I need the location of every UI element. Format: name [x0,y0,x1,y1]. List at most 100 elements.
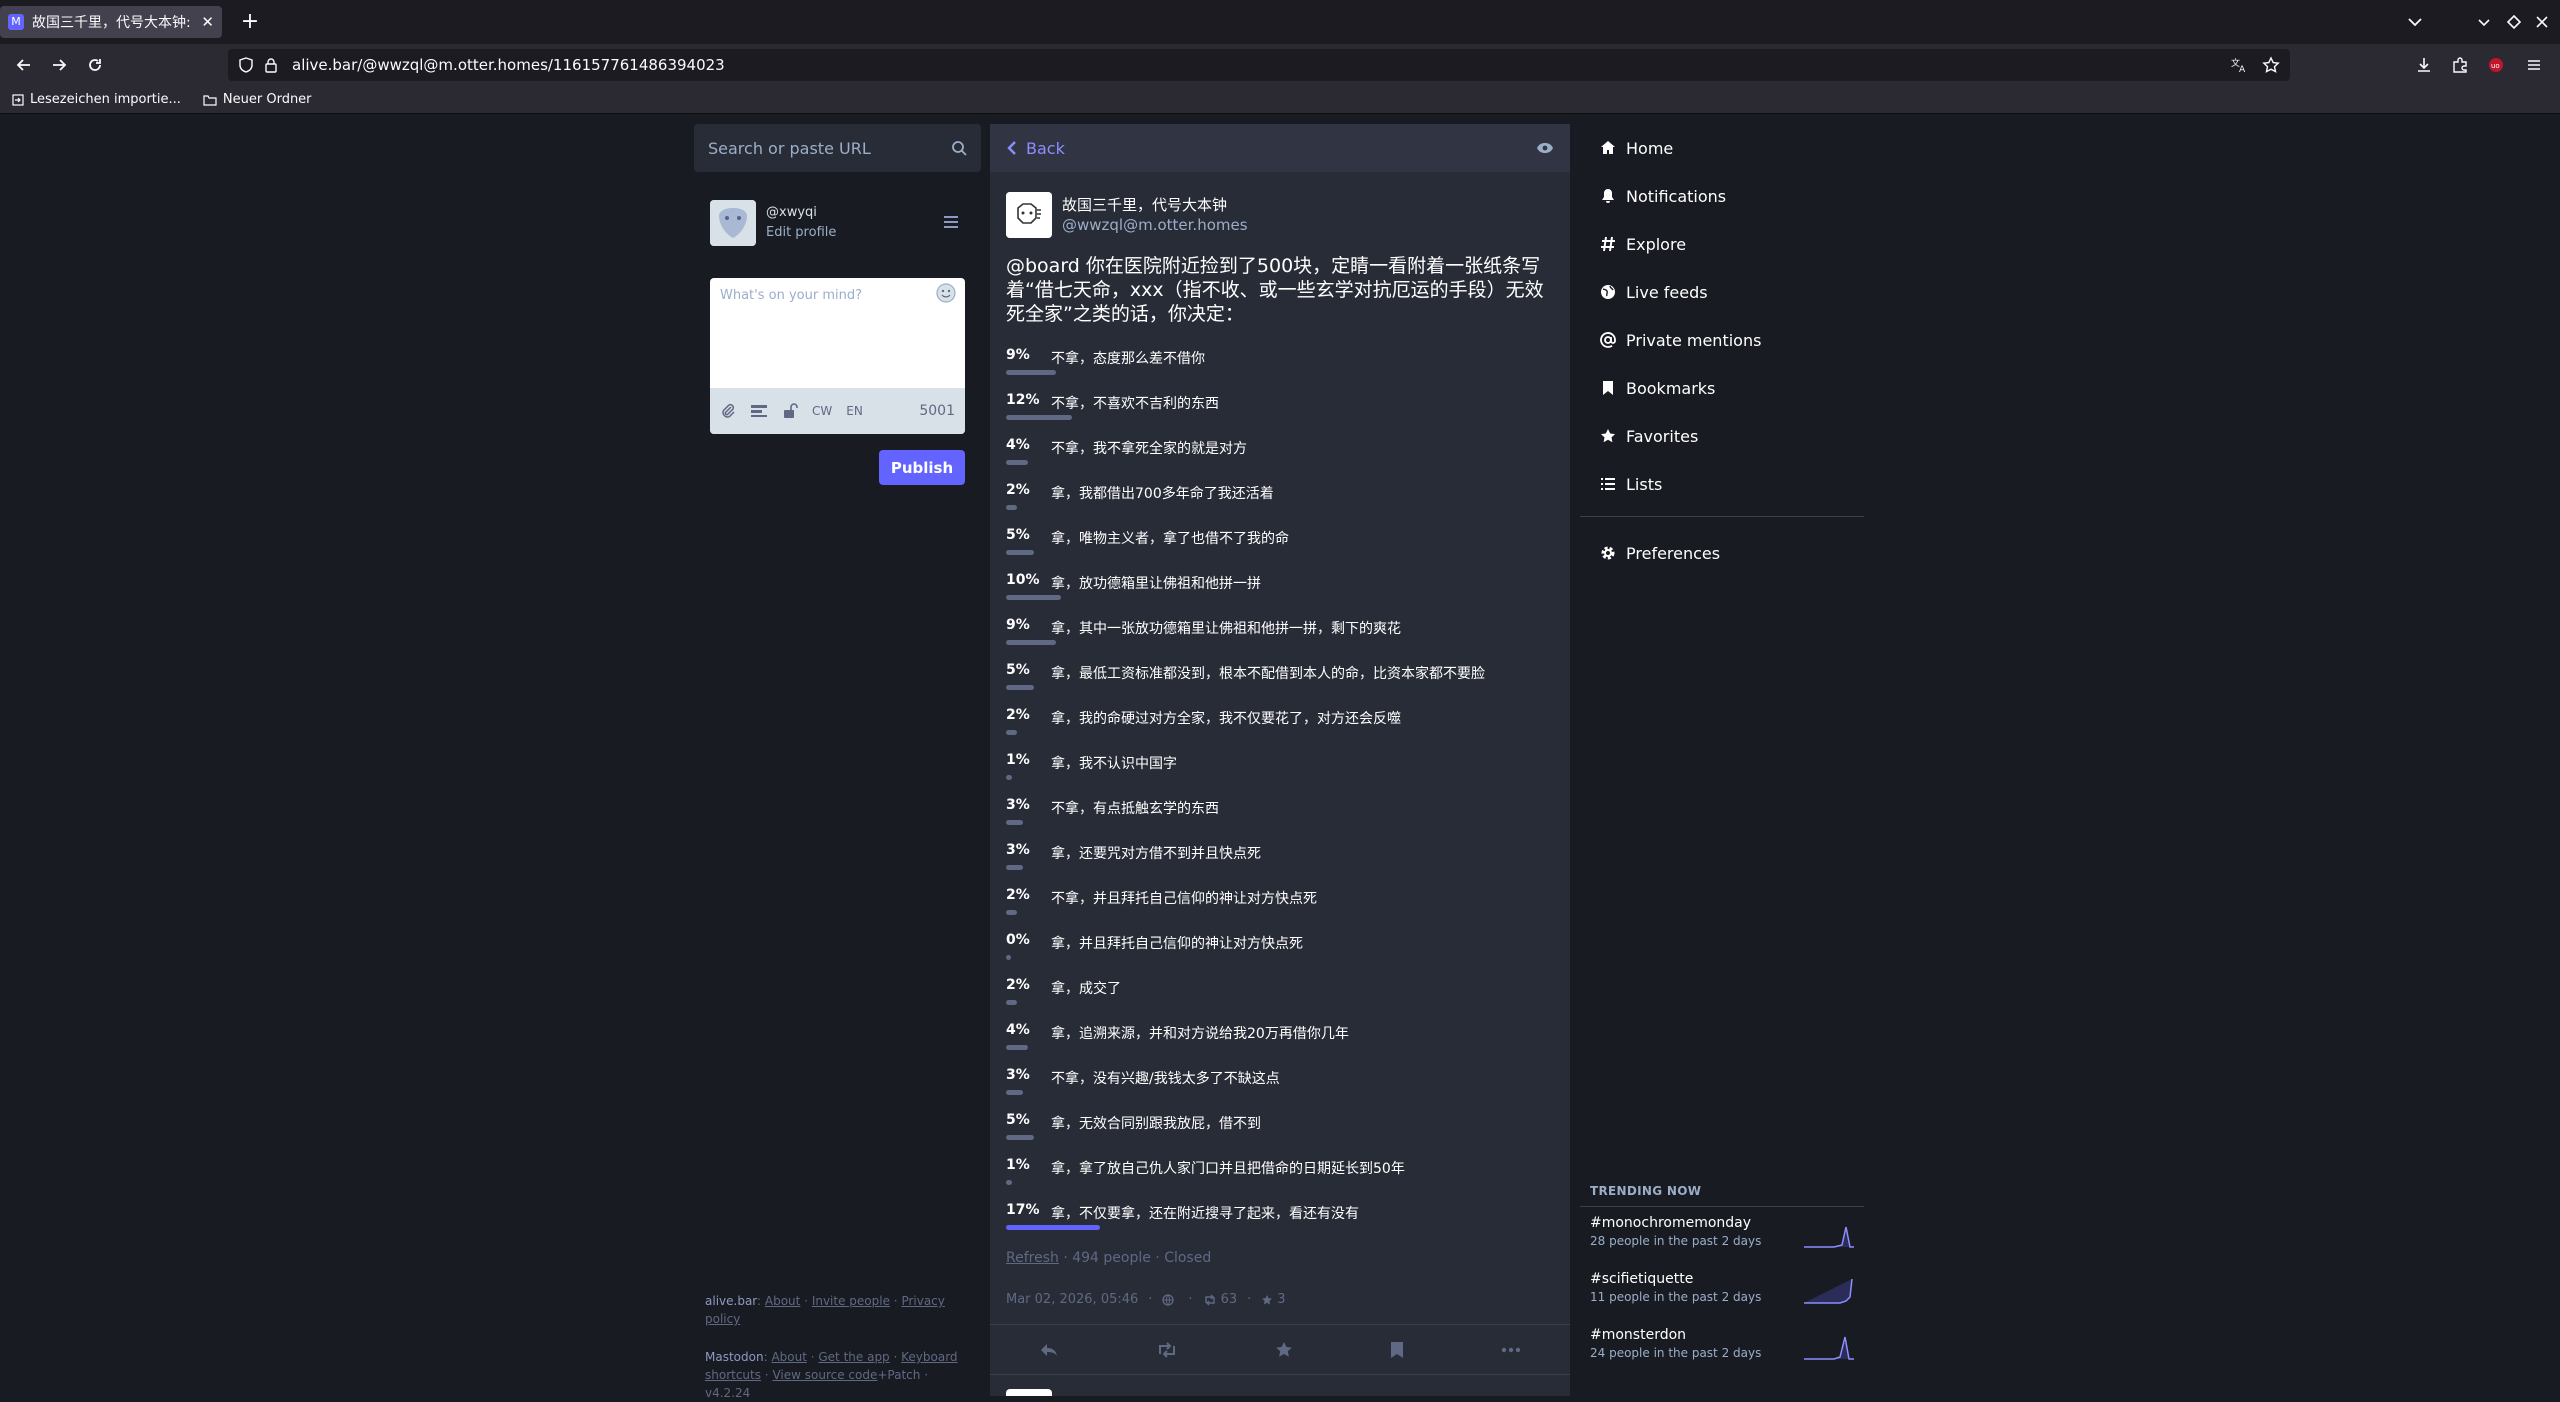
publish-button[interactable]: Publish [879,450,965,485]
browser-nav-bar: alive.bar/@wwzql@m.otter.homes/116157761… [0,44,2560,86]
nav-live-feeds[interactable]: Live feeds [1580,268,1864,316]
trending-tag[interactable]: #monsterdon 24 people in the past 2 days [1580,1319,1864,1375]
bookmark-folder[interactable]: Neuer Ordner [203,92,312,107]
menu-bars-icon[interactable] [942,214,960,230]
poll-option: 5% 拿，无效合同别跟我放屁，借不到 [1006,1103,1554,1148]
poll-option-percent: 3% [1006,797,1030,813]
author-avatar[interactable] [1006,192,1052,238]
edit-profile-link[interactable]: Edit profile [766,225,836,240]
poll: 9% 不拿，态度那么差不借你 12% 不拿，不喜欢不吉利的东西 4% 不拿，我不拿死全家的… [1006,338,1554,1238]
poll-option-label: 拿，拿了放自己仇人家门口并且把借命的日期延长到50年 [1051,1161,1405,1177]
nav-preferences[interactable]: Preferences [1580,529,1864,577]
nav-private-mentions[interactable]: Private mentions [1580,316,1864,364]
favourite-count[interactable]: 3 [1261,1292,1286,1307]
content-warning-button[interactable]: CW [812,404,832,418]
bookmark-import[interactable]: Lesezeichen importie... [12,92,181,107]
nav-notifications[interactable]: Notifications [1580,172,1864,220]
nav-bookmarks[interactable]: Bookmarks [1580,364,1864,412]
tab-list-icon[interactable] [2403,10,2427,34]
trending-tag[interactable]: #scifietiquette 11 people in the past 2 … [1580,1263,1864,1319]
mention-link[interactable]: @board [1006,255,1080,277]
tracking-shield-icon[interactable] [238,57,254,73]
bookmark-star-icon[interactable] [2262,56,2280,74]
search-icon[interactable] [951,140,967,156]
url-bar[interactable]: alive.bar/@wwzql@m.otter.homes/116157761… [228,49,2290,81]
back-icon[interactable] [10,51,38,79]
footer-about-link[interactable]: About [765,1294,800,1308]
poll-option-label: 拿，唯物主义者，拿了也借不了我的命 [1051,531,1289,547]
search-input[interactable]: Search or paste URL [694,124,981,172]
poll-option-label: 拿，并且拜托自己信仰的神让对方快点死 [1051,936,1303,952]
footer-get-app-link[interactable]: Get the app [818,1350,889,1364]
trend-sparkline [1804,1226,1854,1248]
window-close-icon[interactable] [2530,10,2554,34]
nav-lists[interactable]: Lists [1580,460,1864,508]
language-button[interactable]: EN [846,404,863,418]
poll-option-bar [1006,370,1056,375]
footer-invite-link[interactable]: Invite people [812,1294,890,1308]
poll-option-bar [1006,820,1023,825]
attach-paperclip-icon[interactable] [720,403,736,419]
author-display-name[interactable]: 故国三千里，代号大本钟 [1062,194,1227,215]
poll-option-bar [1006,910,1017,915]
poll-option-percent: 2% [1006,977,1030,993]
meta-separator: · [1188,1292,1193,1307]
poll-option: 3% 不拿，没有兴趣/我钱太多了不缺这点 [1006,1058,1554,1103]
boost-icon[interactable] [1156,1341,1178,1358]
ublock-icon[interactable]: uo [2482,51,2510,79]
footer-server-name: alive.bar [705,1294,758,1308]
emoji-picker-icon[interactable] [935,282,957,304]
poll-option-label: 不拿，我不拿死全家的就是对方 [1051,441,1247,457]
poll-option-bar [1006,685,1034,690]
lock-icon[interactable] [264,57,278,73]
reload-icon[interactable] [81,51,109,79]
author-account[interactable]: @wwzql@m.otter.homes [1062,216,1248,234]
forward-icon[interactable] [45,51,73,79]
account-handle[interactable]: @xwyqi [766,205,817,220]
nav-favorites[interactable]: Favorites [1580,412,1864,460]
bookmark-icon[interactable] [1390,1341,1404,1359]
nav-divider [1580,516,1864,517]
maximize-icon[interactable] [2502,10,2526,34]
poll-option: 0% 拿，并且拜托自己信仰的神让对方快点死 [1006,923,1554,968]
trending-tag[interactable]: #monochromemonday 28 people in the past … [1580,1207,1864,1263]
svg-text:uo: uo [2491,62,2500,70]
footer-about2-link[interactable]: About [771,1350,806,1364]
poll-option-bar [1006,415,1072,420]
reply-icon[interactable] [1039,1342,1059,1358]
poll-refresh-link[interactable]: Refresh [1006,1250,1059,1266]
footer-version: v4.2.24 [705,1386,751,1400]
poll-summary: · 494 people · Closed [1058,1250,1212,1266]
favourite-star-icon[interactable] [1275,1341,1293,1359]
poll-option-percent: 4% [1006,1022,1030,1038]
tab-close-icon[interactable]: ✕ [201,13,214,31]
extensions-icon[interactable] [2446,51,2474,79]
hamburger-menu-icon[interactable] [2520,51,2548,79]
eye-icon[interactable] [1536,142,1554,154]
poll-option-bar [1006,640,1056,645]
visibility-globe-icon [1162,1293,1178,1306]
nav-explore[interactable]: Explore [1580,220,1864,268]
compose-textarea[interactable]: What's on your mind? [720,288,862,303]
status-timestamp[interactable]: Mar 02, 2026, 05:46 [1006,1292,1138,1307]
privacy-unlock-icon[interactable] [782,403,798,419]
status-action-bar [990,1324,1570,1374]
nav-label: Home [1626,138,1674,158]
poll-option-label: 拿，我的命硬过对方全家，我不仅要花了，对方还会反噬 [1051,711,1401,727]
back-button[interactable]: Back [1006,139,1065,158]
downloads-icon[interactable] [2410,51,2438,79]
more-ellipsis-icon[interactable] [1501,1347,1521,1353]
minimize-icon[interactable] [2472,10,2496,34]
url-text[interactable]: alive.bar/@wwzql@m.otter.homes/116157761… [292,56,725,74]
new-tab-button[interactable]: + [236,8,264,36]
translate-icon[interactable]: 文A [2230,56,2248,74]
next-status-avatar[interactable] [1006,1389,1052,1396]
footer-source-link[interactable]: View source code [772,1368,877,1382]
avatar[interactable] [710,200,756,246]
browser-tab[interactable]: M 故国三千里，代号大本钟: "@ ✕ [0,6,222,38]
reblog-count[interactable]: 63 [1203,1292,1237,1307]
poll-icon[interactable] [750,404,768,418]
nav-home[interactable]: Home [1580,124,1864,172]
poll-option-label: 不拿，不喜欢不吉利的东西 [1051,396,1219,412]
compose-toolbar: CW EN 5001 [710,388,965,434]
